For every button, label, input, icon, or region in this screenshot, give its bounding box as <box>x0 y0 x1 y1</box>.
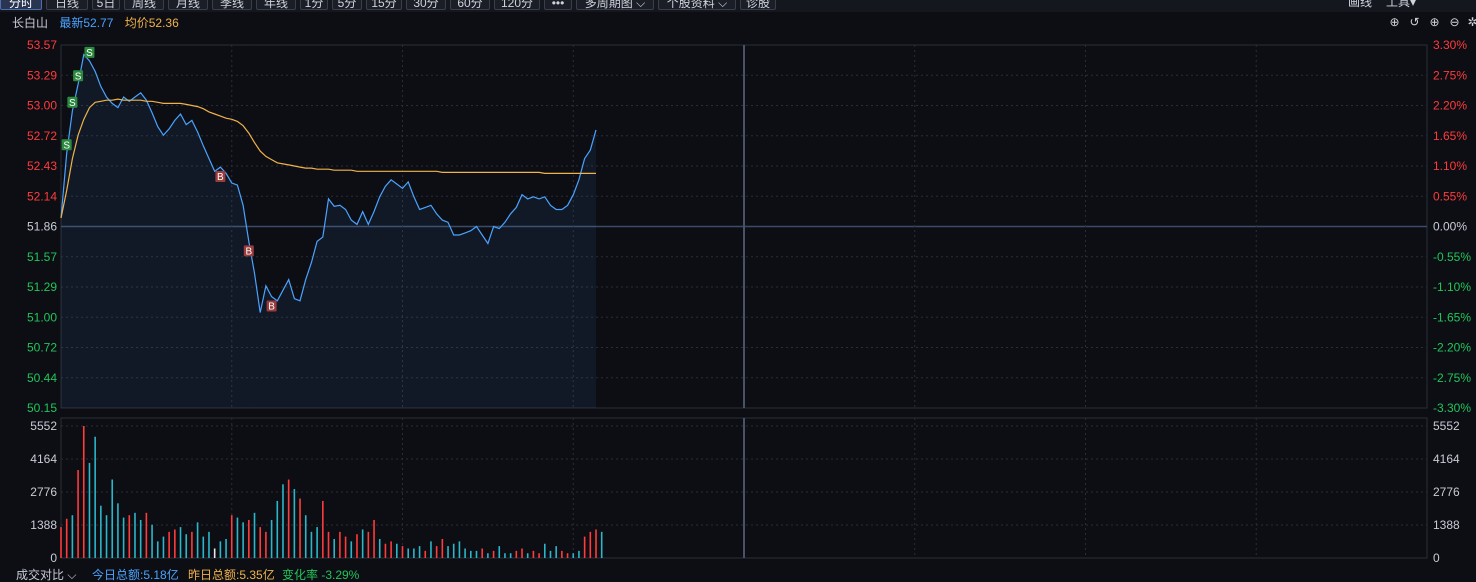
volume-axis-label-right: 4164 <box>1433 452 1460 466</box>
price-axis-label: 52.72 <box>27 129 57 143</box>
volume-axis-label-right: 0 <box>1433 551 1440 565</box>
trade-marker-s: S <box>67 96 78 109</box>
volume-panel-frame <box>60 417 1428 559</box>
percent-axis-label: 1.65% <box>1433 129 1467 143</box>
percent-axis-label: -2.20% <box>1433 341 1471 355</box>
percent-axis-label: 1.10% <box>1433 159 1467 173</box>
trade-marker-label: S <box>63 140 70 151</box>
percent-axis-label: -2.75% <box>1433 371 1471 385</box>
price-axis-label: 50.72 <box>27 341 57 355</box>
gear-icon[interactable]: ✲ <box>1466 16 1476 29</box>
zoom-in-icon[interactable]: ⊕ <box>1428 16 1441 29</box>
toolbar-button-2[interactable]: 5日 <box>92 0 120 10</box>
volume-axis-label-right: 2776 <box>1433 485 1460 499</box>
trade-marker-b: B <box>215 171 226 183</box>
compare-dropdown[interactable]: 成交对比 ⌵ <box>16 568 76 582</box>
toolbar-button-4[interactable]: 月线 <box>168 0 208 10</box>
price-axis-label: 53.29 <box>27 68 57 82</box>
percent-axis-label: 2.20% <box>1433 99 1467 113</box>
avg-price: 均价52.36 <box>124 16 179 30</box>
period-toolbar: 分时 日线 5日 周线 月线 季线 年线 1分 5分 15分 30分 60分 120分 ••• 多周期图 ⌵… <box>0 0 1476 12</box>
volume-axis-label-right: 5552 <box>1433 419 1460 433</box>
trade-marker-label: B <box>217 172 224 183</box>
trade-marker-label: B <box>268 302 275 313</box>
toolbar-button-12[interactable]: 120分 <box>494 0 540 10</box>
price-line <box>60 53 597 313</box>
toolbar-button-16[interactable]: 诊股 <box>740 0 776 10</box>
trade-marker-box <box>266 300 277 312</box>
percent-axis-label: -1.65% <box>1433 310 1471 324</box>
volume-axis-label-right: 1388 <box>1433 518 1460 532</box>
trade-marker-box <box>84 46 95 58</box>
volume-compare-bar: 成交对比 ⌵ 今日总额:5.18亿 昨日总额:5.35亿 变化率 -3.29% <box>0 568 1476 582</box>
trade-marker-label: S <box>75 71 82 82</box>
price-axis-label: 53.57 <box>27 38 57 52</box>
percent-axis-label: 0.00% <box>1433 220 1467 234</box>
trade-marker-b: B <box>243 245 254 257</box>
trade-marker-label: S <box>69 98 76 109</box>
intraday-chart[interactable]: 53.57 3.30% 53.29 2.75% 53.00 2.20% 52.72 1.65%… <box>0 0 1476 579</box>
undo-icon[interactable]: ↺ <box>1408 16 1421 29</box>
percent-axis-label: 0.55% <box>1433 189 1467 203</box>
toolbar-button-0[interactable]: 分时 <box>0 0 42 10</box>
settings-circle-icon[interactable]: ⊕ <box>1388 16 1401 29</box>
stock-info-bar: 长白山 最新52.77 均价52.36 <box>12 15 187 31</box>
volume-axis-label: 2776 <box>30 485 57 499</box>
price-panel-frame <box>60 44 1428 409</box>
trade-marker-label: S <box>86 48 93 59</box>
toolbar-right-0[interactable]: 画线 <box>1348 0 1372 10</box>
today-total: 今日总额:5.18亿 <box>92 568 179 582</box>
percent-axis-label: 2.75% <box>1433 68 1467 82</box>
percent-axis-label: -0.55% <box>1433 250 1471 264</box>
percent-axis-label: -3.30% <box>1433 401 1471 415</box>
toolbar-button-14[interactable]: 多周期图 ⌵ <box>576 0 654 10</box>
trade-marker-s: S <box>84 46 95 59</box>
toolbar-button-9[interactable]: 15分 <box>366 0 402 10</box>
percent-axis-label: 3.30% <box>1433 38 1467 52</box>
price-axis-label: 52.43 <box>27 159 57 173</box>
price-axis-label: 52.14 <box>27 189 57 203</box>
toolbar-button-15[interactable]: 个股资料 ⌵ <box>658 0 736 10</box>
toolbar-button-6[interactable]: 年线 <box>256 0 296 10</box>
trade-marker-s: S <box>73 70 84 82</box>
price-axis-label: 50.44 <box>27 371 57 385</box>
toolbar-button-13[interactable]: ••• <box>544 0 572 10</box>
price-area-fill <box>61 54 596 408</box>
toolbar-button-3[interactable]: 周线 <box>124 0 164 10</box>
toolbar-button-7[interactable]: 1分 <box>300 0 328 10</box>
change-rate: 变化率 -3.29% <box>282 568 360 582</box>
price-axis-label: 51.00 <box>27 310 57 324</box>
toolbar-button-5[interactable]: 季线 <box>212 0 252 10</box>
trade-marker-box <box>67 96 78 108</box>
trade-marker-box <box>61 139 72 151</box>
volume-axis-label: 0 <box>50 551 57 565</box>
toolbar-button-11[interactable]: 60分 <box>450 0 490 10</box>
toolbar-button-1[interactable]: 日线 <box>46 0 88 10</box>
trade-marker-box <box>243 245 254 257</box>
yesterday-total: 昨日总额:5.35亿 <box>188 568 275 582</box>
zoom-out-icon[interactable]: ⊖ <box>1448 16 1461 29</box>
volume-axis-label: 5552 <box>30 419 57 433</box>
trade-marker-s: S <box>61 139 72 151</box>
trade-marker-box <box>215 171 226 183</box>
price-axis-label: 51.29 <box>27 280 57 294</box>
toolbar-right-1[interactable]: 工具▾ <box>1386 0 1416 10</box>
volume-axis-label: 4164 <box>30 452 57 466</box>
trade-marker-b: B <box>266 300 277 313</box>
price-axis-label: 50.15 <box>27 401 57 415</box>
price-axis-label: 53.00 <box>27 99 57 113</box>
price-axis-label: 51.86 <box>27 220 57 234</box>
trade-marker-box <box>73 70 84 82</box>
average-price-line <box>60 98 596 219</box>
latest-price: 最新52.77 <box>59 16 114 30</box>
stock-name: 长白山 <box>12 16 49 30</box>
price-axis-label: 51.57 <box>27 250 57 264</box>
toolbar-button-10[interactable]: 30分 <box>406 0 446 10</box>
volume-axis-label: 1388 <box>30 518 57 532</box>
percent-axis-label: -1.10% <box>1433 280 1471 294</box>
trade-marker-label: B <box>245 246 252 257</box>
toolbar-button-8[interactable]: 5分 <box>332 0 362 10</box>
